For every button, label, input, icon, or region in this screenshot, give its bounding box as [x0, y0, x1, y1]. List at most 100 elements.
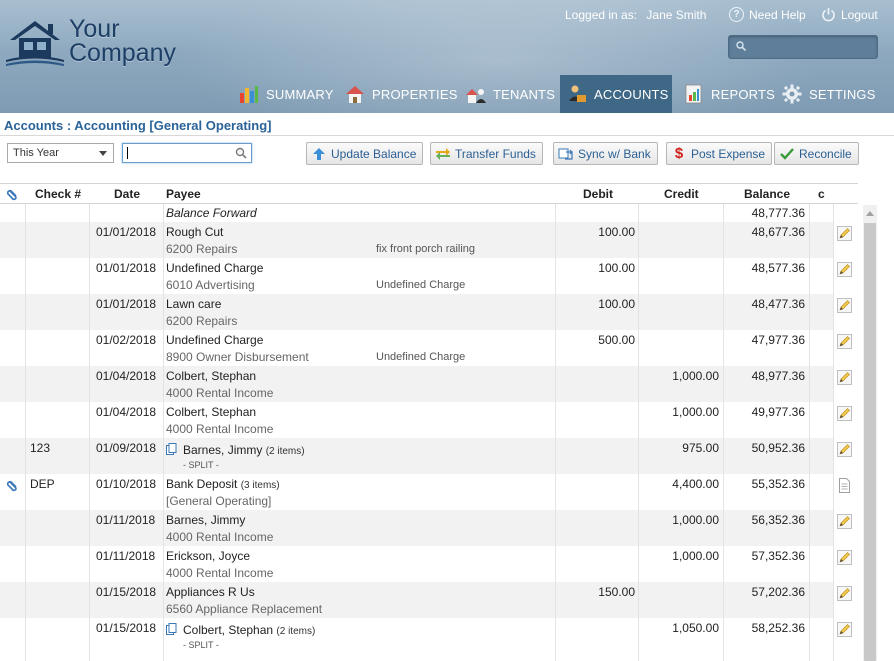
row-date: 01/11/2018 — [96, 549, 156, 563]
table-row[interactable]: 01/15/2018 Appliances R Us 6560 Appliance … — [0, 582, 852, 618]
header-cleared[interactable]: c — [818, 187, 825, 201]
split-icon[interactable] — [166, 443, 177, 455]
nav-tenants[interactable]: TENANTS — [465, 75, 555, 113]
table-row[interactable]: 01/11/2018 Barnes, Jimmy 4000 Rental Incom… — [0, 510, 852, 546]
nav-settings[interactable]: SETTINGS — [781, 75, 876, 113]
search-icon[interactable] — [235, 147, 247, 159]
nav-summary[interactable]: SUMMARY — [238, 75, 334, 113]
paperclip-icon[interactable] — [7, 478, 19, 492]
post-expense-button[interactable]: $ Post Expense — [666, 142, 773, 165]
question-icon: ? — [729, 7, 744, 22]
edit-pencil-icon[interactable] — [837, 298, 852, 313]
nav-properties[interactable]: PROPERTIES — [344, 75, 458, 113]
row-payee[interactable]: Bank Deposit — [166, 477, 237, 491]
edit-pencil-icon[interactable] — [837, 370, 852, 385]
edit-pencil-icon[interactable] — [837, 514, 852, 529]
row-payee[interactable]: Rough Cut — [166, 225, 223, 239]
table-row[interactable]: 123 01/09/2018 Barnes, Jimmy (2 items) - SP… — [0, 438, 852, 474]
edit-pencil-icon[interactable] — [837, 226, 852, 241]
row-date: 01/15/2018 — [96, 585, 157, 599]
table-row[interactable]: 01/01/2018 Undefined Charge 6010 Advertisi… — [0, 258, 852, 294]
breadcrumb: Accounts : Accounting [General Operating… — [4, 118, 272, 133]
row-credit: 1,000.00 — [672, 549, 719, 563]
table-row[interactable]: DEP 01/10/2018 Bank Deposit (3 items) [Gene… — [0, 474, 850, 510]
row-date: 01/09/2018 — [96, 441, 157, 455]
nav-accounts[interactable]: ACCOUNTS — [560, 75, 672, 113]
filter-input[interactable] — [122, 143, 252, 163]
gear-icon — [782, 84, 802, 104]
row-item-count: (3 items) — [240, 480, 280, 491]
column-divider — [809, 183, 810, 661]
transfer-funds-label: Transfer Funds — [455, 146, 536, 161]
table-row[interactable]: 01/01/2018 Rough Cut 6200 Repairs fix front… — [0, 222, 852, 258]
header-date[interactable]: Date — [114, 187, 140, 201]
need-help-link[interactable]: ? Need Help — [729, 7, 806, 22]
table-row[interactable]: 01/11/2018 Erickson, Joyce 4000 Rental Inc… — [0, 546, 852, 582]
column-divider — [25, 183, 26, 661]
row-payee[interactable]: Undefined Charge — [166, 333, 263, 347]
login-user[interactable]: Jane Smith — [646, 8, 706, 22]
edit-pencil-icon[interactable] — [837, 622, 852, 637]
update-balance-button[interactable]: Update Balance — [306, 142, 424, 165]
row-payee[interactable]: Erickson, Joyce — [166, 549, 250, 563]
brand-line-2: Company — [69, 39, 176, 67]
table-row[interactable]: 01/04/2018 Colbert, Stephan 4000 Rental In… — [0, 366, 852, 402]
global-search-input[interactable] — [728, 35, 878, 59]
edit-pencil-icon[interactable] — [837, 262, 852, 277]
house-icon — [346, 86, 364, 103]
transfer-funds-button[interactable]: Transfer Funds — [430, 142, 543, 165]
document-icon[interactable] — [837, 478, 852, 493]
header-debit[interactable]: Debit — [583, 187, 613, 201]
scroll-up-icon[interactable] — [866, 211, 874, 216]
header-credit[interactable]: Credit — [664, 187, 699, 201]
row-account: 6560 Appliance Replacement — [166, 602, 323, 616]
row-payee[interactable]: Barnes, Jimmy — [166, 513, 245, 527]
post-expense-label: Post Expense — [691, 146, 766, 161]
row-payee[interactable]: Lawn care — [166, 297, 221, 311]
nav-tenants-label: TENANTS — [493, 86, 556, 102]
sync-bank-button[interactable]: Sync w/ Bank — [553, 142, 658, 165]
edit-pencil-icon[interactable] — [837, 406, 852, 421]
company-brand[interactable]: Your Company — [69, 17, 176, 67]
table-row[interactable]: 01/04/2018 Colbert, Stephan 4000 Rental In… — [0, 402, 852, 438]
vertical-scrollbar[interactable] — [863, 205, 877, 661]
nav-reports[interactable]: REPORTS — [683, 75, 775, 113]
row-payee[interactable]: Colbert, Stephan — [166, 369, 256, 383]
split-icon[interactable] — [166, 623, 177, 635]
balance-forward-amount: 48,777.36 — [751, 206, 805, 220]
search-icon — [736, 41, 746, 51]
table-row[interactable]: 01/15/2018 Colbert, Stephan (2 items) - SP… — [0, 618, 852, 654]
table-row[interactable]: 01/01/2018 Lawn care 6200 Repairs 100.00 48,… — [0, 294, 852, 330]
header-payee[interactable]: Payee — [166, 187, 201, 201]
reports-icon — [685, 84, 702, 104]
row-balance: 56,352.36 — [751, 513, 805, 527]
period-select[interactable]: This Year — [7, 143, 114, 163]
header-balance[interactable]: Balance — [744, 187, 790, 201]
row-balance: 57,202.36 — [751, 585, 805, 599]
row-payee[interactable]: Undefined Charge — [166, 261, 263, 275]
edit-pencil-icon[interactable] — [837, 550, 852, 565]
nav-properties-label: PROPERTIES — [372, 86, 458, 102]
row-payee[interactable]: Barnes, Jimmy — [183, 443, 262, 457]
table-row[interactable]: 01/02/2018 Undefined Charge 8900 Owner Dis… — [0, 330, 852, 366]
row-balance: 48,977.36 — [751, 369, 805, 383]
edit-pencil-icon[interactable] — [837, 442, 852, 457]
scroll-thumb[interactable] — [864, 223, 876, 661]
row-account: [General Operating] — [166, 494, 272, 508]
house-logo-icon[interactable] — [6, 18, 64, 66]
row-credit: 4,400.00 — [672, 477, 719, 491]
logout-link[interactable]: Logout — [821, 7, 878, 22]
row-account: 8900 Owner Disbursement — [166, 350, 309, 364]
row-payee[interactable]: Appliances R Us — [166, 585, 255, 599]
reconcile-button[interactable]: Reconcile — [774, 142, 859, 165]
sync-bank-label: Sync w/ Bank — [578, 146, 651, 161]
row-balance: 47,977.36 — [751, 333, 805, 347]
row-payee[interactable]: Colbert, Stephan — [166, 405, 256, 419]
bar-chart-icon — [240, 86, 258, 103]
nav-summary-label: SUMMARY — [266, 86, 334, 102]
row-balance: 48,677.36 — [751, 225, 805, 239]
row-payee[interactable]: Colbert, Stephan — [183, 623, 273, 637]
edit-pencil-icon[interactable] — [837, 586, 852, 601]
edit-pencil-icon[interactable] — [837, 334, 852, 349]
header-check[interactable]: Check # — [35, 187, 81, 201]
